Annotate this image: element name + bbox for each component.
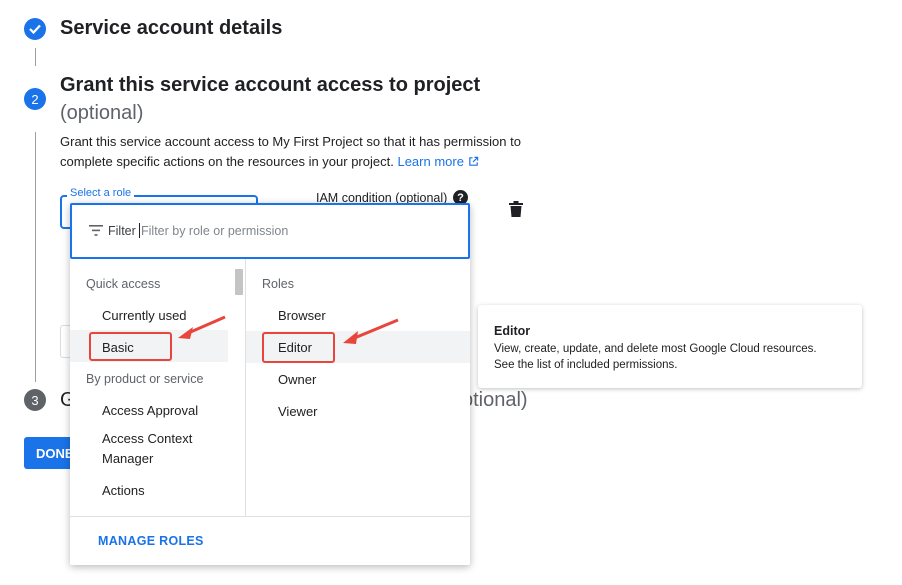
arrow-to-basic-icon — [178, 315, 226, 339]
arrow-to-editor-icon — [343, 318, 399, 344]
annotation-arrows — [178, 315, 399, 344]
